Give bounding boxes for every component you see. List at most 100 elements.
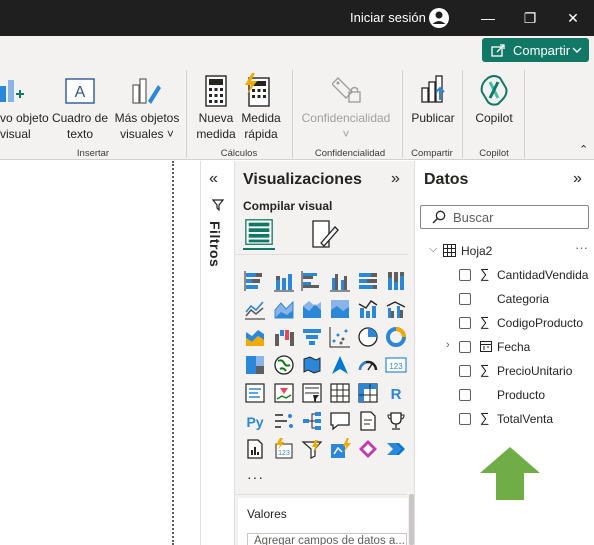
group-copilot: Copilot [479, 148, 509, 159]
field-row[interactable]: ∑ CodigoProducto [415, 313, 594, 333]
pie-chart-icon[interactable] [357, 326, 379, 348]
kpi-icon[interactable] [273, 382, 295, 404]
stacked-area-chart-icon[interactable] [301, 298, 323, 320]
card-icon[interactable]: 123 [385, 354, 407, 376]
paginated-report-icon[interactable] [244, 438, 266, 460]
field-row[interactable]: Producto [415, 385, 594, 405]
treemap-icon[interactable] [244, 354, 266, 376]
collapse-ribbon-icon[interactable]: ⌃ [579, 143, 588, 156]
azure-map-icon[interactable] [329, 354, 351, 376]
restore-button[interactable]: ❐ [520, 8, 540, 28]
chevron-right-icon[interactable]: › [446, 339, 450, 351]
publish-button[interactable]: Publicar [406, 110, 460, 126]
decomposition-tree-icon[interactable] [301, 410, 323, 432]
values-drop-zone[interactable]: Agregar campos de datos a... [247, 533, 407, 545]
filters-pane: « Filtros [200, 161, 234, 545]
100-stacked-area-chart-icon[interactable] [329, 298, 351, 320]
python-visual-icon[interactable]: Py [244, 410, 266, 432]
field-row[interactable]: ∑ TotalVenta [415, 409, 594, 429]
field-checkbox[interactable] [459, 293, 471, 305]
field-checkbox[interactable] [459, 341, 471, 353]
field-row[interactable]: ∑ PrecioUnitario [415, 361, 594, 381]
viz-divider [235, 254, 408, 255]
narrative-icon[interactable] [357, 410, 379, 432]
field-checkbox[interactable] [459, 317, 471, 329]
new-visual-button[interactable]: vo objeto visual [0, 110, 50, 142]
arrow-up-icon [480, 447, 540, 500]
filled-map-icon[interactable] [301, 354, 323, 376]
share-button[interactable]: Compartir [482, 38, 589, 62]
copilot-button[interactable]: Copilot [466, 110, 522, 126]
expand-visualizations-icon[interactable]: » [391, 170, 400, 188]
quick-measure-button[interactable]: Medida rápida [238, 110, 284, 142]
build-visual-label: Compilar visual [243, 199, 333, 213]
close-button[interactable]: ✕ [563, 8, 583, 28]
report-canvas[interactable] [0, 161, 200, 545]
goals-icon[interactable] [385, 410, 407, 432]
line-and-stacked-column-chart-icon[interactable] [357, 298, 379, 320]
format-visual-tab-icon[interactable] [309, 219, 339, 249]
scatter-chart-icon[interactable] [329, 326, 351, 348]
more-visuals-label-1: Más objetos [114, 111, 180, 125]
100-stacked-bar-chart-icon[interactable] [357, 270, 379, 292]
field-name: Categoria [497, 292, 550, 306]
minimize-button[interactable]: — [478, 8, 498, 28]
field-row[interactable]: › Fecha [415, 337, 594, 357]
slicer-icon[interactable] [301, 382, 323, 404]
line-and-clustered-column-chart-icon[interactable] [385, 298, 407, 320]
more-visuals-ellipsis[interactable]: ··· [247, 469, 264, 485]
metrics-icon[interactable] [329, 438, 351, 460]
field-checkbox[interactable] [459, 413, 471, 425]
power-automate-icon[interactable] [301, 438, 323, 460]
user-avatar-icon[interactable] [428, 7, 450, 29]
table-row-hoja2[interactable]: ⌵ Hoja2 ··· [415, 240, 594, 261]
chevron-down-icon[interactable]: ⌵ [429, 243, 437, 256]
100-stacked-column-chart-icon[interactable] [385, 270, 407, 292]
search-input[interactable]: Buscar [420, 205, 589, 229]
more-visuals-button[interactable]: Más objetos visuales ˅ [112, 110, 182, 142]
clustered-column-chart-icon[interactable] [329, 270, 351, 292]
build-visual-tab-icon[interactable] [243, 217, 275, 250]
table-more-options-icon[interactable]: ··· [575, 240, 588, 255]
sensitivity-button[interactable]: Confidencialidad ˅ [298, 110, 394, 142]
field-checkbox[interactable] [459, 389, 471, 401]
donut-chart-icon[interactable] [385, 326, 407, 348]
field-checkbox[interactable] [459, 269, 471, 281]
filter-icon [212, 199, 224, 211]
stacked-column-chart-icon[interactable] [273, 270, 295, 292]
clustered-bar-chart-icon[interactable] [301, 270, 323, 292]
field-checkbox[interactable] [459, 365, 471, 377]
filters-label[interactable]: Filtros [207, 221, 223, 267]
line-chart-icon[interactable] [244, 298, 266, 320]
qa-icon[interactable] [329, 410, 351, 432]
ribbon-separator [292, 70, 293, 158]
stacked-bar-chart-icon[interactable] [244, 270, 266, 292]
collapse-filters-icon[interactable]: « [209, 170, 218, 188]
values-well: Valores Agregar campos de datos a... [238, 498, 408, 545]
map-icon[interactable] [273, 354, 295, 376]
table-icon[interactable] [329, 382, 351, 404]
ribbon-chart-icon[interactable] [244, 326, 266, 348]
matrix-icon[interactable] [357, 382, 379, 404]
waterfall-chart-icon[interactable] [273, 326, 295, 348]
power-automate-flow-icon[interactable] [385, 438, 407, 460]
signin-link[interactable]: Iniciar sesión [350, 10, 426, 25]
gauge-icon[interactable] [357, 354, 379, 376]
expand-data-icon[interactable]: » [573, 170, 582, 188]
r-visual-icon[interactable]: R [385, 382, 407, 404]
visual-types-grid: 123 R Py 123 [235, 258, 415, 488]
new-visual-label-1: vo objeto [0, 111, 49, 125]
text-box-button[interactable]: Cuadro de texto [50, 110, 110, 142]
field-row[interactable]: ∑ CantidadVendida [415, 265, 594, 285]
power-apps-diamond-icon[interactable] [357, 438, 379, 460]
field-row[interactable]: Categoria [415, 289, 594, 309]
power-apps-icon[interactable]: 123 [273, 438, 295, 460]
new-measure-button[interactable]: Nueva medida [194, 110, 238, 142]
key-influencers-icon[interactable] [273, 410, 295, 432]
group-confidencialidad: Confidencialidad [314, 148, 386, 159]
multi-row-card-icon[interactable] [244, 382, 266, 404]
funnel-chart-icon[interactable] [301, 326, 323, 348]
area-chart-icon[interactable] [273, 298, 295, 320]
search-icon [432, 210, 446, 224]
field-name: CantidadVendida [497, 268, 589, 282]
